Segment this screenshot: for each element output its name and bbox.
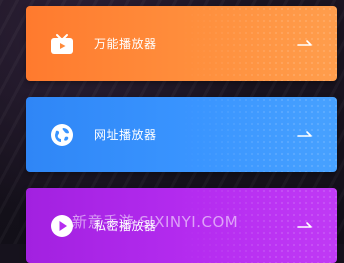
tv-icon <box>48 30 76 58</box>
universal-player-card[interactable]: 万能播放器 <box>26 6 337 81</box>
watermark: 新意手游 SJXINYI.COM <box>72 213 239 231</box>
url-player-label: 网址播放器 <box>94 128 157 142</box>
arrow-right-icon <box>297 130 312 137</box>
arrow-right-icon <box>297 39 312 46</box>
arrow-right-icon <box>297 221 312 228</box>
globe-icon <box>48 121 76 149</box>
url-player-card[interactable]: 网址播放器 <box>26 97 337 172</box>
universal-player-label: 万能播放器 <box>94 37 157 51</box>
